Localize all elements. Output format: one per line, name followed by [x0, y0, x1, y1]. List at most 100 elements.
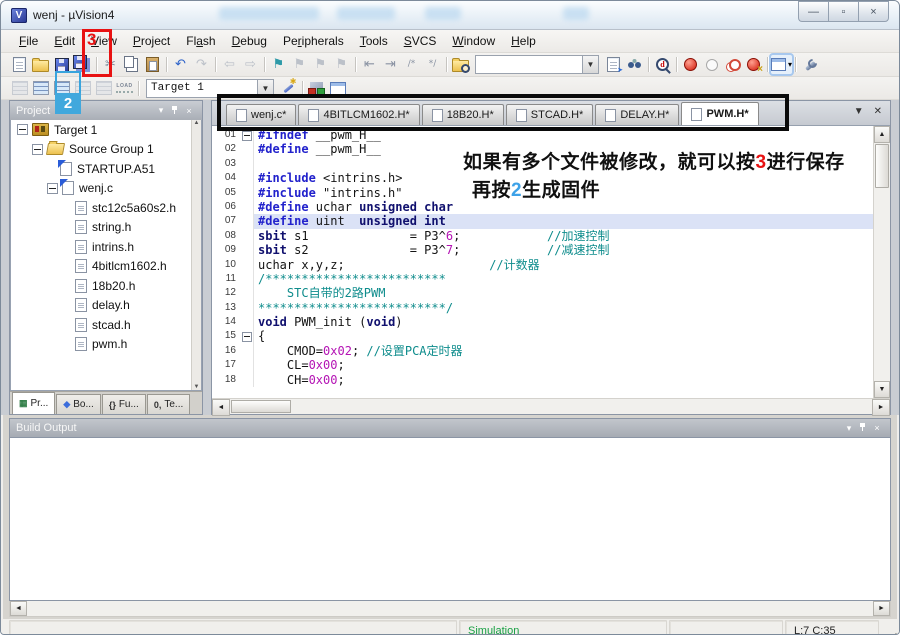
- fold-collapse-icon[interactable]: [242, 332, 252, 342]
- app-icon[interactable]: V: [11, 8, 27, 23]
- code-editor[interactable]: 01#ifndef __pwm_H__02#define __pwm_H__03…: [212, 126, 873, 398]
- scroll-up-icon[interactable]: ▲: [194, 120, 200, 126]
- panel-menu-icon[interactable]: ▾: [154, 105, 168, 116]
- menu-item-edit[interactable]: Edit: [46, 32, 83, 50]
- menu-item-file[interactable]: File: [11, 32, 46, 50]
- tree-item[interactable]: stc12c5a60s2.h: [11, 198, 201, 218]
- find-next-button[interactable]: [603, 55, 624, 74]
- tree-item[interactable]: 4bitlcm1602.h: [11, 257, 201, 277]
- batch-build-button[interactable]: [72, 79, 93, 98]
- configure-button[interactable]: [799, 55, 820, 74]
- options-for-target-button[interactable]: [278, 79, 299, 98]
- tree-item[interactable]: wenj.c: [11, 179, 201, 199]
- open-file-button[interactable]: [30, 55, 51, 74]
- rebuild-all-button[interactable]: [51, 79, 72, 98]
- menu-item-tools[interactable]: Tools: [352, 32, 396, 50]
- editor-horizontal-scrollbar[interactable]: ◄ ►: [212, 398, 890, 414]
- resize-grip[interactable]: [881, 620, 897, 635]
- minimize-button[interactable]: —: [798, 1, 828, 22]
- download-to-flash-button[interactable]: LOAD: [114, 79, 135, 98]
- tab-list-icon[interactable]: ▼: [854, 106, 864, 117]
- paste-button[interactable]: [142, 55, 163, 74]
- disable-breakpoint-button[interactable]: [722, 55, 743, 74]
- undo-button[interactable]: ↶: [170, 55, 191, 74]
- fold-collapse-icon[interactable]: [242, 131, 252, 141]
- copy-button[interactable]: [121, 55, 142, 74]
- chevron-down-icon[interactable]: ▾: [788, 61, 792, 69]
- pin-icon[interactable]: [856, 422, 870, 434]
- redo-button[interactable]: ↷: [191, 55, 212, 74]
- navigate-back-button[interactable]: ⇦: [219, 55, 240, 74]
- scroll-down-icon[interactable]: ▼: [874, 381, 890, 398]
- bookmark-previous-button[interactable]: ⚑: [289, 55, 310, 74]
- tab-close-icon[interactable]: ✕: [874, 106, 882, 117]
- file-tab[interactable]: wenj.c*: [226, 104, 296, 125]
- tree-item[interactable]: intrins.h: [11, 237, 201, 257]
- pin-icon[interactable]: [168, 105, 182, 117]
- file-tab[interactable]: 4BITLCM1602.H*: [298, 104, 419, 125]
- stop-build-button[interactable]: [93, 79, 114, 98]
- manage-components-button[interactable]: [306, 79, 327, 98]
- title-bar[interactable]: V wenj - µVision4 — ▫ ×: [1, 1, 899, 30]
- navigate-forward-button[interactable]: ⇨: [240, 55, 261, 74]
- menu-item-flash[interactable]: Flash: [178, 32, 223, 50]
- menu-item-help[interactable]: Help: [503, 32, 544, 50]
- panel-close-icon[interactable]: ×: [870, 423, 884, 433]
- uncomment-selection-button[interactable]: */: [422, 55, 443, 74]
- file-tab[interactable]: DELAY.H*: [595, 104, 679, 125]
- panel-tab-functions[interactable]: {}Fu...: [102, 394, 146, 414]
- find-in-files-button[interactable]: [450, 55, 471, 74]
- scroll-up-icon[interactable]: ▲: [874, 126, 890, 143]
- scroll-right-icon[interactable]: ►: [873, 601, 890, 616]
- horizontal-scroll-thumb[interactable]: [231, 400, 291, 413]
- menu-item-debug[interactable]: Debug: [224, 32, 275, 50]
- unindent-button[interactable]: ⇤: [359, 55, 380, 74]
- panel-close-icon[interactable]: ×: [182, 106, 196, 116]
- debug-windows-button[interactable]: ▾: [771, 55, 792, 74]
- tree-item[interactable]: Target 1: [11, 120, 201, 140]
- tree-scrollbar[interactable]: ▲▼: [191, 120, 201, 390]
- panel-menu-icon[interactable]: ▾: [842, 423, 856, 434]
- menu-item-window[interactable]: Window: [444, 32, 503, 50]
- close-button[interactable]: ×: [858, 1, 889, 22]
- project-window-layout-button[interactable]: [327, 79, 348, 98]
- build-output-scrollbar[interactable]: ◄ ►: [9, 601, 891, 617]
- save-button[interactable]: [51, 55, 72, 74]
- panel-tab-project[interactable]: ▦Pr...: [12, 392, 55, 414]
- run-to-cursor-button[interactable]: [624, 55, 645, 74]
- panel-splitter[interactable]: [203, 100, 211, 415]
- comment-selection-button[interactable]: /*: [401, 55, 422, 74]
- file-tab[interactable]: 18B20.H*: [422, 104, 504, 125]
- menu-item-project[interactable]: Project: [125, 32, 178, 50]
- tree-item[interactable]: pwm.h: [11, 335, 201, 355]
- tree-item[interactable]: stcad.h: [11, 315, 201, 335]
- menu-item-peripherals[interactable]: Peripherals: [275, 32, 352, 50]
- search-combobox[interactable]: ▼: [475, 55, 599, 74]
- bookmark-next-button[interactable]: ⚑: [310, 55, 331, 74]
- tree-item[interactable]: delay.h: [11, 296, 201, 316]
- panel-tab-books[interactable]: ◆Bo...: [56, 394, 101, 414]
- file-tab[interactable]: PWM.H*: [681, 102, 758, 125]
- target-combobox[interactable]: Target 1▼: [146, 79, 274, 98]
- chevron-down-icon[interactable]: ▼: [257, 80, 273, 97]
- tree-item[interactable]: 18b20.h: [11, 276, 201, 296]
- tree-item[interactable]: Source Group 1: [11, 140, 201, 160]
- scroll-down-icon[interactable]: ▼: [194, 384, 200, 390]
- indent-button[interactable]: ⇥: [380, 55, 401, 74]
- cut-button[interactable]: ✂: [100, 55, 121, 74]
- editor-vertical-scrollbar[interactable]: ▲ ▼: [873, 126, 890, 398]
- translate-file-button[interactable]: [9, 79, 30, 98]
- panel-tab-templates[interactable]: 0,Te...: [147, 394, 190, 414]
- insert-breakpoint-button[interactable]: [680, 55, 701, 74]
- bookmark-clear-all-button[interactable]: ⚑: [331, 55, 352, 74]
- menu-item-svcs[interactable]: SVCS: [396, 32, 445, 50]
- scroll-left-icon[interactable]: ◄: [212, 399, 230, 416]
- kill-all-breakpoints-button[interactable]: [743, 55, 764, 74]
- find-in-target-button[interactable]: d: [652, 55, 673, 74]
- new-file-button[interactable]: [9, 55, 30, 74]
- tree-expander-icon[interactable]: [17, 124, 28, 135]
- build-output-content[interactable]: [9, 437, 891, 601]
- tree-item[interactable]: STARTUP.A51: [11, 159, 201, 179]
- vertical-scroll-thumb[interactable]: [875, 144, 889, 188]
- build-target-button[interactable]: [30, 79, 51, 98]
